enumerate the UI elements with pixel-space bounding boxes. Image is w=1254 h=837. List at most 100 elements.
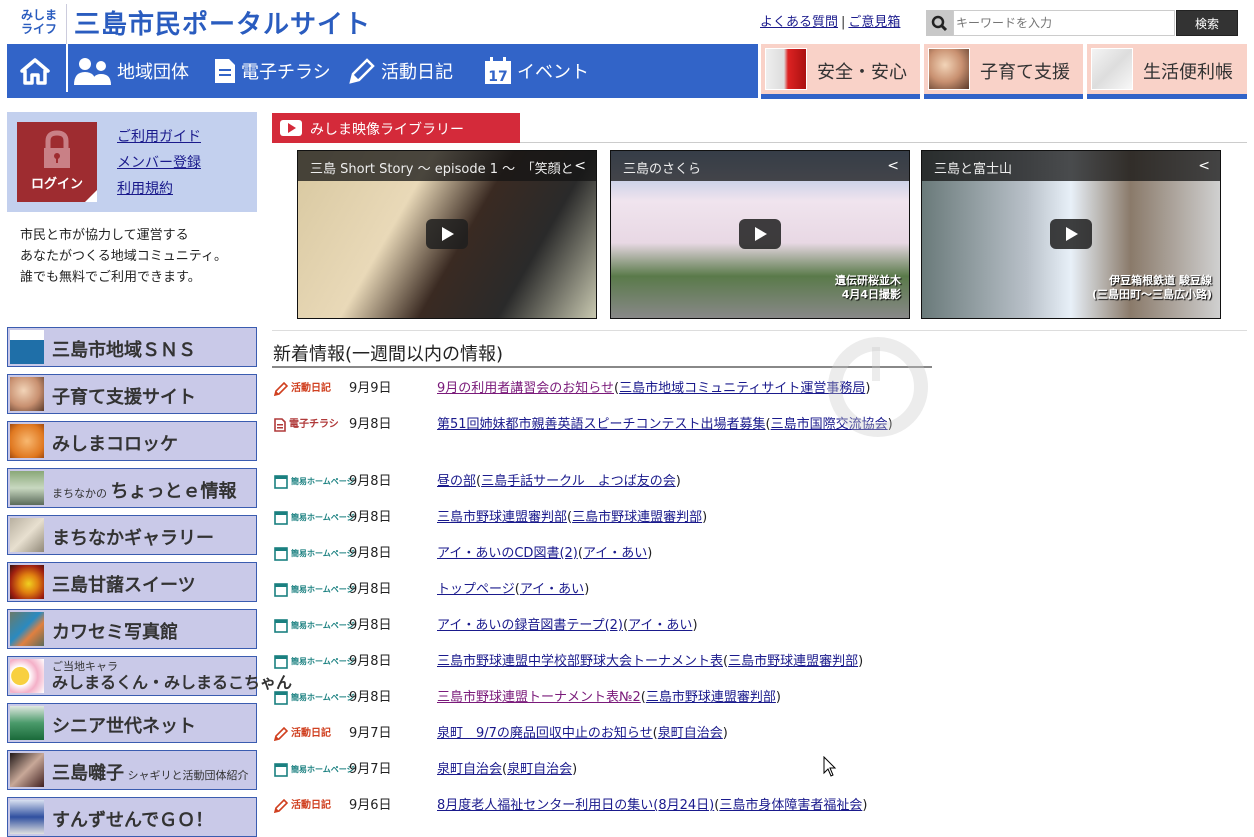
nav-activity-diary[interactable]: 活動日記 [347, 44, 453, 98]
feedback-link[interactable]: ご意見箱 [848, 15, 900, 30]
news-title-link[interactable]: 8月度老人福祉センター利用日の集い(8月24日) [437, 798, 714, 813]
banner-thumbnail [10, 565, 44, 599]
sidebar-banner[interactable]: 三島囃子 シャギリと活動団体紹介 [7, 750, 257, 790]
news-title-link[interactable]: 9月の利用者講習会のお知らせ [437, 381, 614, 396]
news-title-link[interactable]: トップページ [437, 582, 515, 597]
nav-events[interactable]: 17 イベント [483, 44, 589, 98]
news-org-link[interactable]: 三島市野球連盟審判部 [572, 510, 702, 525]
news-category-label: 簡易ホームページ [291, 585, 355, 594]
category-safety[interactable]: 安全・安心 [761, 44, 920, 99]
video-player[interactable]: 三島のさくら < 遺伝研桜並木 4月4日撮影 [610, 150, 910, 319]
news-category-label: 電子チラシ [289, 419, 339, 430]
terms-link[interactable]: 利用規約 [117, 176, 201, 202]
news-title-link[interactable]: 第51回姉妹都市親善英語スピーチコンテスト出場者募集 [437, 417, 766, 432]
nav-home[interactable] [7, 44, 67, 98]
login-button[interactable]: ログイン [17, 122, 97, 202]
news-category: 電子チラシ [274, 414, 339, 435]
category-label: 子育て支援 [980, 62, 1070, 83]
banner-main-label: すんずせんでＧＯ！ [52, 810, 214, 831]
paren: ) [692, 618, 698, 633]
search-button[interactable]: 検索 [1176, 10, 1238, 36]
faq-link[interactable]: よくある質問 [760, 15, 838, 30]
play-button[interactable] [426, 219, 468, 249]
share-icon[interactable]: < [1198, 158, 1210, 174]
video-library-header[interactable]: みしま映像ライブラリー [272, 113, 520, 143]
sidebar-banner[interactable]: まちなかギャラリー [7, 515, 257, 555]
lock-icon [44, 130, 70, 168]
homepage-icon [274, 546, 288, 561]
magnifier-thumbnail [1091, 48, 1133, 90]
sidebar-banner[interactable]: ご当地キャラ みしまるくん・みしまるこちゃん [7, 656, 292, 696]
news-title-link[interactable]: 三島市野球連盟審判部 [437, 510, 567, 525]
news-category-label: 活動日記 [291, 383, 331, 394]
news-org-link[interactable]: 三島手話サークル よつば友の会 [481, 474, 676, 489]
caption-line: 遺伝研桜並木 [835, 274, 901, 287]
news-body: アイ・あいの録音図書テープ(2)(アイ・あい) [437, 615, 927, 636]
category-label: 安全・安心 [817, 62, 907, 83]
sidebar-banner[interactable]: 三島市地域ＳＮＳ [7, 327, 257, 367]
news-title-link[interactable]: 三島市野球連盟トーナメント表№2 [437, 690, 641, 705]
search-input[interactable] [953, 10, 1175, 36]
logo-line1: みしま [20, 8, 57, 22]
news-org-link[interactable]: アイ・あい [520, 582, 584, 597]
banner-thumbnail [10, 377, 44, 411]
sidebar-banner[interactable]: 子育て支援サイト [7, 374, 257, 414]
share-icon[interactable]: < [887, 158, 899, 174]
sidebar-banner[interactable]: みしまコロッケ [7, 421, 257, 461]
nav-community-groups[interactable]: 地域団体 [73, 44, 189, 98]
news-category-label: 簡易ホームページ [291, 765, 355, 774]
news-org-link[interactable]: 三島市野球連盟審判部 [728, 654, 858, 669]
news-title-link[interactable]: 泉町 9/7の廃品回収中止のお知らせ [437, 726, 653, 741]
news-org-link[interactable]: アイ・あい [628, 618, 692, 633]
link-separator: | [841, 15, 846, 30]
sidebar-banner[interactable]: 三島甘藷スイーツ [7, 562, 257, 602]
category-childcare[interactable]: 子育て支援 [924, 44, 1083, 99]
nav-label: イベント [517, 62, 589, 83]
banner-thumbnail [10, 330, 44, 364]
news-title-link[interactable]: アイ・あいのCD図書(2) [437, 546, 578, 561]
news-org-link[interactable]: 三島市身体障害者福祉会 [719, 798, 862, 813]
homepage-icon [274, 762, 288, 777]
paren: ) [675, 474, 681, 489]
play-button[interactable] [739, 219, 781, 249]
banner-label: みしまコロッケ [52, 430, 178, 456]
news-title-link[interactable]: 昼の部 [437, 474, 476, 489]
main-nav: 地域団体 電子チラシ 活動日記 17 イベント [7, 44, 758, 98]
news-date: 9月9日 [349, 381, 392, 396]
banner-main-label: まちなかギャラリー [52, 528, 214, 549]
news-org-link[interactable]: 泉町自治会 [658, 726, 723, 741]
news-date: 9月8日 [349, 474, 392, 489]
news-org-link[interactable]: アイ・あい [583, 546, 647, 561]
news-title-link[interactable]: アイ・あいの録音図書テープ(2) [437, 618, 623, 633]
site-title[interactable]: 三島市民ポータルサイト [74, 4, 371, 41]
category-life-guide[interactable]: 生活便利帳 [1087, 44, 1247, 99]
banner-label: 三島市地域ＳＮＳ [52, 336, 196, 362]
news-category: 簡易ホームページ [274, 651, 355, 672]
video-player[interactable]: 三島と富士山 < 伊豆箱根鉄道 駿豆線 (三島田町～三島広小路) [921, 150, 1221, 319]
sidebar-banner[interactable]: すんずせんでＧＯ！ [7, 797, 257, 837]
nav-label: 電子チラシ [241, 62, 331, 83]
sidebar-banner[interactable]: まちなかの ちょっとｅ情報 [7, 468, 257, 508]
nav-label: 活動日記 [381, 62, 453, 83]
pencil-icon [349, 58, 375, 84]
news-title-link[interactable]: 三島市野球連盟中学校部野球大会トーナメント表 [437, 654, 723, 669]
video-player[interactable]: 三島 Short Story ～ episode 1 ～ 「笑顔と < [297, 150, 597, 319]
caption-line: (三島田町～三島広小路) [1091, 288, 1212, 301]
play-button[interactable] [1050, 219, 1092, 249]
news-org-link[interactable]: 泉町自治会 [507, 762, 572, 777]
login-links: ご利用ガイド メンバー登録 利用規約 [117, 124, 201, 202]
nav-e-flyer[interactable]: 電子チラシ [213, 44, 331, 98]
news-title-link[interactable]: 泉町自治会 [437, 762, 502, 777]
user-guide-link[interactable]: ご利用ガイド [117, 124, 201, 150]
member-registration-link[interactable]: メンバー登録 [117, 150, 201, 176]
mishima-life-logo[interactable]: みしま ライフ [17, 8, 61, 36]
sidebar-banner[interactable]: シニア世代ネット [7, 703, 257, 743]
news-org-link[interactable]: 三島市野球連盟審判部 [646, 690, 776, 705]
share-icon[interactable]: < [574, 158, 586, 174]
homepage-icon [274, 474, 288, 489]
calendar-icon: 17 [485, 57, 511, 85]
paren: ) [862, 798, 868, 813]
news-date: 9月8日 [349, 690, 392, 705]
nav-separator [66, 44, 68, 92]
sidebar-banner[interactable]: カワセミ写真館 [7, 609, 257, 649]
